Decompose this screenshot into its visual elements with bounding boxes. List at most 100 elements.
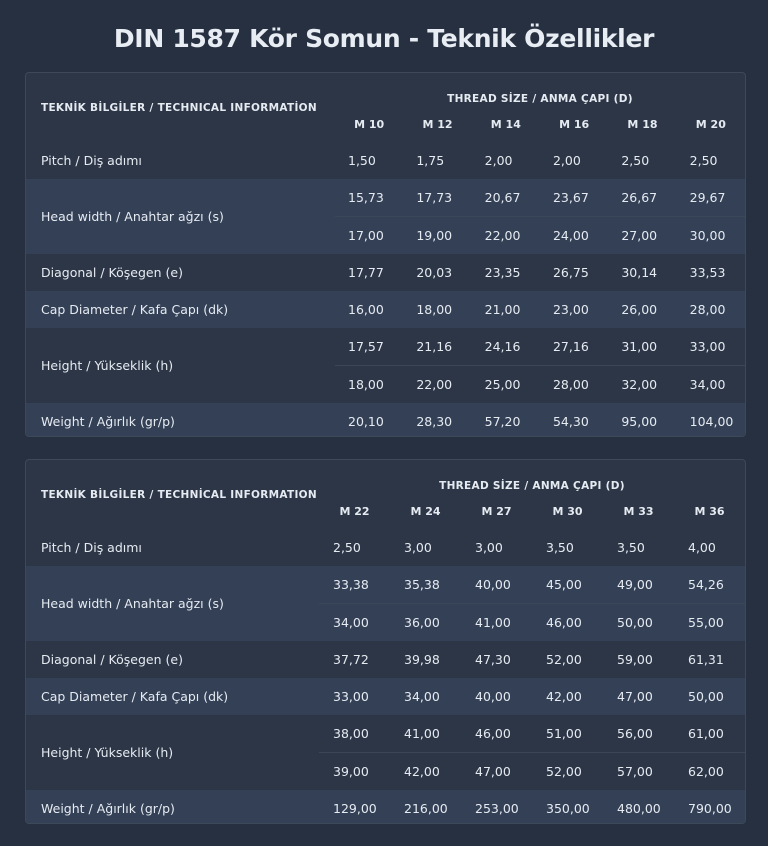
value-cell: 29,67 bbox=[676, 179, 745, 217]
row-label: Weight / Ağırlık (gr/p) bbox=[26, 790, 319, 823]
value-cell: 47,30 bbox=[475, 652, 511, 667]
value-cell: 59,00 bbox=[617, 652, 653, 667]
value-cell: 46,00 bbox=[532, 603, 603, 641]
value-cell: 2,50 bbox=[689, 153, 718, 168]
table-row: Cap Diameter / Kafa Çapı (dk) 33,00 34,00 4… bbox=[26, 678, 745, 715]
value-cell: 480,00 bbox=[603, 790, 674, 823]
value-cell: 15,73 bbox=[335, 179, 404, 217]
value-cell: 25,00 bbox=[484, 377, 521, 392]
value-cell: 17,73 bbox=[403, 179, 472, 217]
value-cell: 3,50 bbox=[546, 540, 574, 555]
row-label: Pitch / Diş adımı bbox=[41, 153, 142, 168]
row-label: Pitch / Diş adımı bbox=[41, 540, 142, 555]
value-cell: 16,00 bbox=[335, 291, 404, 328]
value-cell: 26,75 bbox=[552, 265, 589, 280]
value-cell: 95,00 bbox=[608, 403, 677, 436]
value-cell: 23,67 bbox=[539, 179, 609, 217]
value-cell: 37,72 bbox=[333, 652, 369, 667]
value-cell: 33,38 bbox=[319, 566, 390, 604]
value-cell: 28,00 bbox=[552, 377, 589, 392]
value-cell: 52,00 bbox=[546, 764, 582, 779]
value-cell: 17,77 bbox=[348, 265, 384, 280]
value-cell: 3,00 bbox=[475, 540, 503, 555]
value-cell: 31,00 bbox=[608, 328, 677, 366]
table-row: Head width / Anahtar ağzı (s) 33,38 35,38 4… bbox=[26, 566, 745, 641]
value-cell: 51,00 bbox=[532, 715, 603, 753]
row-label: Cap Diameter / Kafa Çapı (dk) bbox=[26, 678, 319, 715]
value-cell: 39,98 bbox=[404, 652, 440, 667]
spec-table-card: TEKNİK BİLGİLER / TECHNICAL INFORMATİON … bbox=[25, 72, 746, 437]
value-cell: 20,03 bbox=[416, 265, 453, 280]
value-cell: 56,00 bbox=[603, 715, 674, 753]
value-cell: 22,00 bbox=[416, 377, 453, 392]
value-cell: 24,00 bbox=[539, 216, 609, 254]
row-label: Head width / Anahtar ağzı (s) bbox=[26, 179, 335, 254]
thread-size-header: THREAD SİZE / ANMA ÇAPI (D) bbox=[447, 93, 633, 105]
value-cell: 790,00 bbox=[674, 790, 745, 823]
value-cell: 41,00 bbox=[461, 603, 532, 641]
value-cell: 54,30 bbox=[539, 403, 609, 436]
value-cell: 50,00 bbox=[674, 678, 745, 715]
value-cell: 20,67 bbox=[471, 179, 540, 217]
value-cell: 33,00 bbox=[676, 328, 745, 366]
value-cell: 62,00 bbox=[688, 764, 724, 779]
table-row: Pitch / Diş adımı 2,50 3,00 3,00 3,50 3,50 4,0… bbox=[26, 529, 745, 566]
value-cell: 27,16 bbox=[539, 328, 609, 366]
row-label: Cap Diameter / Kafa Çapı (dk) bbox=[26, 291, 335, 328]
value-cell: 20,10 bbox=[335, 403, 404, 436]
row-label: Height / Yükseklik (h) bbox=[41, 745, 174, 760]
row-label: Diagonal / Köşegen (e) bbox=[41, 652, 183, 667]
value-cell: 2,50 bbox=[621, 153, 650, 168]
table-row: Diagonal / Köşegen (e) 37,72 39,98 47,30 52,… bbox=[26, 641, 745, 678]
value-cell: 45,00 bbox=[532, 566, 603, 604]
thread-size-label: M 18 bbox=[627, 118, 658, 131]
spec-table: TEKNİK BİLGİLER / TECHNİCAL INFORMATION … bbox=[26, 460, 745, 823]
value-cell: 50,00 bbox=[603, 603, 674, 641]
value-cell: 36,00 bbox=[390, 603, 461, 641]
value-cell: 26,67 bbox=[608, 179, 677, 217]
table-row: Cap Diameter / Kafa Çapı (dk) 16,00 18,00 2… bbox=[26, 291, 745, 328]
value-cell: 42,00 bbox=[532, 678, 603, 715]
value-cell: 40,00 bbox=[461, 678, 532, 715]
technical-info-header: TEKNİK BİLGİLER / TECHNİCAL INFORMATION bbox=[41, 488, 317, 501]
value-cell: 57,20 bbox=[471, 403, 540, 436]
value-cell: 22,00 bbox=[471, 216, 540, 254]
thread-size-label: M 33 bbox=[623, 505, 654, 518]
value-cell: 61,31 bbox=[688, 652, 724, 667]
value-cell: 24,16 bbox=[471, 328, 540, 366]
thread-size-label: M 22 bbox=[339, 505, 370, 518]
thread-size-label: M 24 bbox=[410, 505, 441, 518]
value-cell: 2,00 bbox=[552, 153, 581, 168]
value-cell: 19,00 bbox=[403, 216, 472, 254]
value-cell: 1,75 bbox=[416, 153, 445, 168]
technical-info-header: TEKNİK BİLGİLER / TECHNICAL INFORMATİON bbox=[41, 101, 317, 114]
row-label: Height / Yükseklik (h) bbox=[41, 358, 174, 373]
table-row: Diagonal / Köşegen (e) 17,77 20,03 23,35 26,… bbox=[26, 254, 745, 291]
table-row: Height / Yükseklik (h) 17,57 21,16 24,16 27,… bbox=[26, 328, 745, 373]
value-cell: 18,00 bbox=[348, 377, 384, 392]
table-row: Weight / Ağırlık (gr/p) 20,10 28,30 57,20 54… bbox=[26, 403, 745, 436]
thread-size-label: M 27 bbox=[481, 505, 512, 518]
value-cell: 34,00 bbox=[319, 603, 390, 641]
value-cell: 2,50 bbox=[333, 540, 361, 555]
value-cell: 21,16 bbox=[403, 328, 472, 366]
table-row: Height / Yükseklik (h) 38,00 41,00 46,00 51,… bbox=[26, 715, 745, 760]
value-cell: 54,26 bbox=[674, 566, 745, 604]
table-row: Head width / Anahtar ağzı (s) 15,73 17,73 2… bbox=[26, 179, 745, 254]
thread-size-label: M 12 bbox=[422, 118, 453, 131]
value-cell: 1,50 bbox=[348, 153, 376, 168]
row-label: Diagonal / Köşegen (e) bbox=[41, 265, 183, 280]
value-cell: 49,00 bbox=[603, 566, 674, 604]
value-cell: 17,57 bbox=[335, 328, 404, 366]
value-cell: 23,00 bbox=[539, 291, 609, 328]
thread-size-label: M 36 bbox=[694, 505, 725, 518]
value-cell: 253,00 bbox=[461, 790, 532, 823]
spec-table-card: TEKNİK BİLGİLER / TECHNİCAL INFORMATION … bbox=[25, 459, 746, 824]
table-row: Pitch / Diş adımı 1,50 1,75 2,00 2,00 2,50 2,5… bbox=[26, 142, 745, 179]
value-cell: 129,00 bbox=[319, 790, 390, 823]
value-cell: 104,00 bbox=[676, 403, 745, 436]
value-cell: 17,00 bbox=[335, 216, 404, 254]
table-row: Weight / Ağırlık (gr/p) 129,00 216,00 253,0… bbox=[26, 790, 745, 823]
value-cell: 3,50 bbox=[617, 540, 645, 555]
value-cell: 216,00 bbox=[390, 790, 461, 823]
